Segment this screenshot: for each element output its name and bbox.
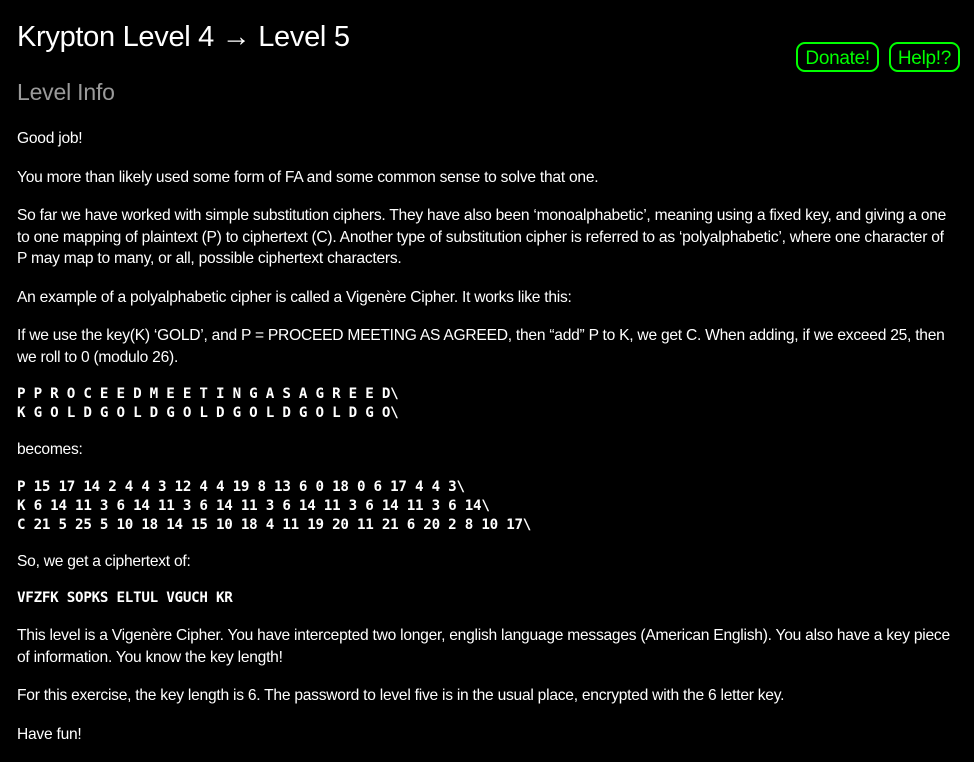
donate-button[interactable]: Donate! (796, 42, 879, 72)
paragraph-key-example: If we use the key(K) ‘GOLD’, and P = PRO… (17, 327, 945, 366)
paragraph-ciphertext-intro: So, we get a ciphertext of: (17, 552, 191, 570)
page-title: Krypton Level 4 → Level 5 (17, 21, 350, 53)
section-heading-level-info: Level Info (17, 79, 115, 105)
paragraph-fa: You more than likely used some form of F… (17, 168, 599, 186)
paragraph-level-description: This level is a Vigenère Cipher. You hav… (17, 627, 950, 666)
paragraph-substitution: So far we have worked with simple substi… (17, 207, 947, 267)
paragraph-have-fun: Have fun! (17, 725, 82, 743)
paragraph-vigenere-intro: An example of a polyalphabetic cipher is… (17, 288, 572, 306)
code-block-plaintext-key: P P R O C E E D M E E T I N G A S A G R … (17, 386, 399, 421)
help-button[interactable]: Help!? (888, 42, 960, 72)
paragraph-becomes: becomes: (17, 441, 83, 458)
code-block-ciphertext: VFZFK SOPKS ELTUL VGUCH KR (17, 590, 233, 606)
paragraph-key-length: For this exercise, the key length is 6. … (17, 687, 785, 704)
code-block-numeric: P 15 17 14 2 4 4 3 12 4 4 19 8 13 6 0 18… (17, 478, 532, 533)
header-buttons: Donate! Help!? (796, 42, 960, 72)
paragraph-good-job: Good job! (17, 130, 83, 147)
level-info-content: Good job! You more than likely used some… (17, 128, 957, 762)
